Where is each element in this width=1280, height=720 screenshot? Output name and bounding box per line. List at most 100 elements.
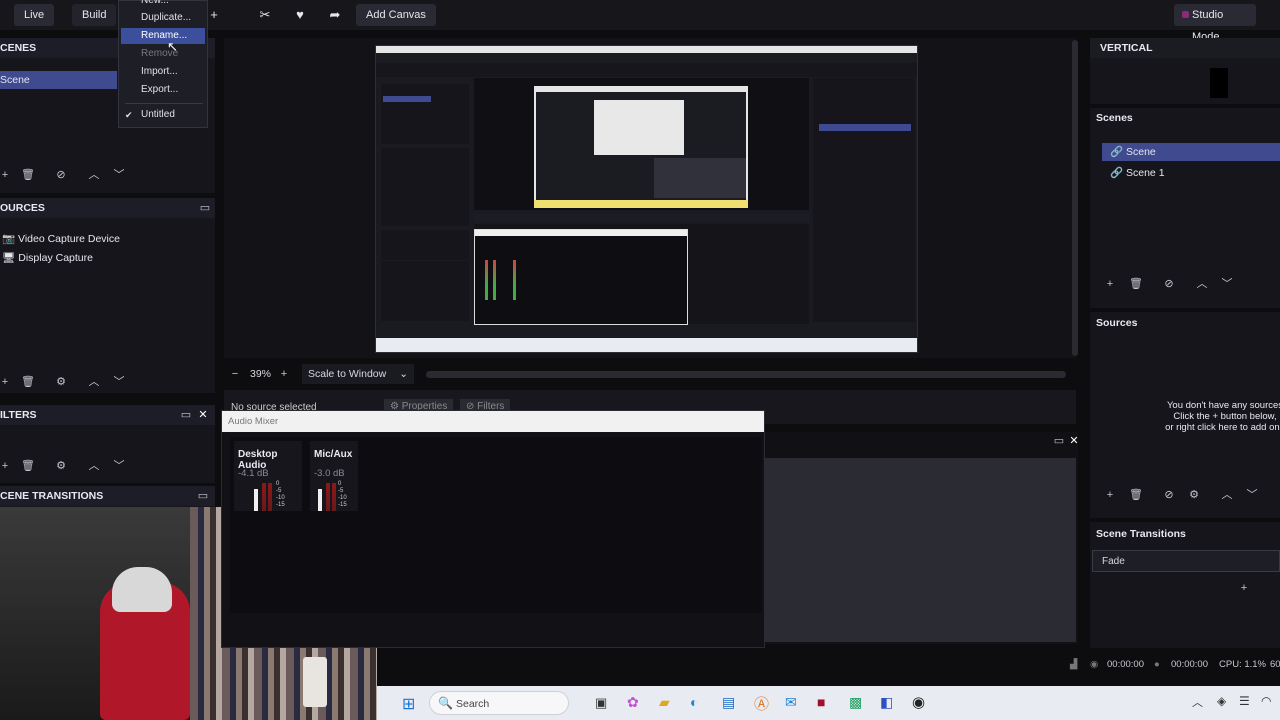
app-blue-icon[interactable]: ◧ xyxy=(880,694,893,711)
add-scene-button[interactable]: + xyxy=(0,166,14,184)
menu-item-untitled[interactable]: ✔ Untitled xyxy=(121,107,205,123)
source-item-display-capture[interactable]: 🖥 Display Capture xyxy=(2,249,202,267)
move-up-button[interactable]: ︿ xyxy=(1218,486,1236,504)
move-up-button[interactable]: ︿ xyxy=(1193,275,1211,293)
build-button[interactable]: Build xyxy=(72,4,117,26)
remove-filter-button[interactable]: 🗑 xyxy=(19,457,37,475)
taskbar-search[interactable]: 🔍 Search xyxy=(429,691,569,715)
wifi-icon[interactable]: ◠ xyxy=(1261,694,1271,708)
network-icon[interactable]: ☰ xyxy=(1239,694,1250,708)
share-icon[interactable]: ➦ xyxy=(321,4,349,26)
remove-source-button[interactable]: 🗑 xyxy=(19,373,37,391)
volume-fader[interactable] xyxy=(254,489,258,511)
empty-sources-message[interactable]: You don't have any sources Click the + b… xyxy=(1160,400,1280,433)
transitions-float-icon[interactable]: ▭ xyxy=(194,487,212,505)
move-up-button[interactable]: ︿ xyxy=(85,457,103,475)
edge-icon[interactable]: ◐ xyxy=(690,694,698,710)
studio-mode-button[interactable]: Studio Mode xyxy=(1174,4,1256,43)
app-orange-icon[interactable]: Ⓐ xyxy=(754,693,769,714)
sources-float-icon[interactable]: ▭ xyxy=(196,199,214,217)
vertical-scene-item[interactable]: 🔗 Scene xyxy=(1102,143,1280,161)
zoom-in-button[interactable]: + xyxy=(275,365,293,383)
search-placeholder: Search xyxy=(456,698,490,710)
menu-item-export[interactable]: Export... xyxy=(121,82,205,98)
source-item-video-capture[interactable]: 📷 Video Capture Device xyxy=(2,230,202,248)
zoom-bar: − 39% + Scale to Window ⌄ xyxy=(224,364,1076,384)
source-settings-icon[interactable]: ⚙ xyxy=(1185,486,1203,504)
move-down-button[interactable]: ﹀ xyxy=(110,166,128,184)
nested-zoom-bar xyxy=(474,214,809,222)
copilot-icon[interactable]: ✿ xyxy=(627,694,639,711)
menu-item-duplicate[interactable]: Duplicate... xyxy=(121,10,205,26)
move-down-button[interactable]: ﹀ xyxy=(1243,486,1261,504)
search-icon: 🔍 xyxy=(438,696,453,710)
tray-chevron-icon[interactable]: ︿ xyxy=(1192,694,1203,710)
filter-source-button[interactable]: ⊘ xyxy=(1160,486,1178,504)
move-down-button[interactable]: ﹀ xyxy=(110,457,128,475)
windows-taskbar: ⊞ 🔍 Search ▣ ✿ ▰ ◐ ▤ Ⓐ ✉ ■ ▩ ◧ ◉ ︿ ◈ ☰ ◠ xyxy=(377,686,1280,720)
dock-content xyxy=(764,458,1076,642)
tools-icon[interactable]: ✂ xyxy=(251,4,279,26)
vertical-canvas-panel: VERTICAL xyxy=(1090,38,1280,104)
heart-icon[interactable]: ♥ xyxy=(286,4,314,26)
remove-scene-button[interactable]: 🗑 xyxy=(19,166,37,184)
vertical-transitions-panel: Scene Transitions Fade + xyxy=(1090,522,1280,648)
zoom-value: 39% xyxy=(250,368,272,380)
add-source-button[interactable]: + xyxy=(0,373,14,391)
task-view-icon[interactable]: ▣ xyxy=(595,695,607,711)
mixer-channel-desktop: Desktop Audio -4.1 dB 0 -5 -10 -15 xyxy=(234,441,302,511)
vertical-sources-title: Sources xyxy=(1096,317,1138,329)
nested-toolbar xyxy=(376,63,917,77)
scene-item[interactable]: Scene xyxy=(0,71,117,89)
add-source-button[interactable]: + xyxy=(1101,486,1119,504)
source-settings-icon[interactable]: ⚙ xyxy=(52,373,70,391)
volume-fader[interactable] xyxy=(318,489,322,511)
close-icon[interactable]: ✕ xyxy=(194,406,212,424)
filters-float-icon[interactable]: ▭ xyxy=(177,406,195,424)
sources-title: OURCES xyxy=(0,198,215,218)
scale-mode-select[interactable]: Scale to Window ⌄ xyxy=(302,364,414,384)
zoom-out-button[interactable]: − xyxy=(226,365,244,383)
add-filter-button[interactable]: + xyxy=(0,457,14,475)
add-transition-button[interactable]: + xyxy=(1235,579,1253,597)
store-icon[interactable]: ▤ xyxy=(722,694,735,711)
move-up-button[interactable]: ︿ xyxy=(85,166,103,184)
nested-preview xyxy=(375,45,918,353)
filter-settings-icon[interactable]: ⚙ xyxy=(52,457,70,475)
app-green-icon[interactable]: ▩ xyxy=(849,694,862,711)
preview-scrollbar[interactable] xyxy=(1072,40,1078,356)
menu-item-rename[interactable]: Rename... xyxy=(121,28,205,44)
nested-recursive-view xyxy=(594,100,684,155)
app-red-icon[interactable]: ■ xyxy=(817,694,825,710)
menu-separator xyxy=(125,103,203,104)
transition-select[interactable]: Fade xyxy=(1092,550,1280,572)
mixer-channel-mic: Mic/Aux -3.0 dB 0 -5 -10 -15 xyxy=(310,441,358,511)
meter-ticks: 0 -5 -10 -15 xyxy=(276,481,285,508)
horizontal-scrollbar[interactable] xyxy=(426,371,1066,378)
vertical-scene-item[interactable]: 🔗 Scene 1 xyxy=(1102,164,1280,182)
vertical-preview[interactable] xyxy=(1210,68,1228,98)
scene-collection-menu: New... Duplicate... Rename... Remove Imp… xyxy=(118,0,208,128)
filter-scene-button[interactable]: ⊘ xyxy=(52,166,70,184)
obs-icon[interactable]: ◉ xyxy=(912,693,925,711)
outlook-icon[interactable]: ✉ xyxy=(785,694,797,711)
filters-panel: ILTERS ▭ ✕ + 🗑 ⚙ ︿ ﹀ xyxy=(0,405,215,483)
add-canvas-button[interactable]: Add Canvas xyxy=(356,4,436,26)
live-button[interactable]: Live xyxy=(14,4,55,26)
audio-meter xyxy=(332,483,336,511)
move-down-button[interactable]: ﹀ xyxy=(110,373,128,391)
menu-item-new[interactable]: New... xyxy=(121,0,205,9)
move-down-button[interactable]: ﹀ xyxy=(1218,275,1236,293)
move-up-button[interactable]: ︿ xyxy=(85,373,103,391)
file-explorer-icon[interactable]: ▰ xyxy=(659,694,670,711)
filter-scene-button[interactable]: ⊘ xyxy=(1160,275,1178,293)
camera-icon: 📷 xyxy=(2,233,16,245)
close-icon[interactable]: ✕ xyxy=(1065,432,1083,450)
menu-item-label: Untitled xyxy=(141,109,175,120)
add-scene-button[interactable]: + xyxy=(1101,275,1119,293)
menu-item-import[interactable]: Import... xyxy=(121,64,205,80)
app-tray-icon[interactable]: ◈ xyxy=(1217,694,1226,708)
windows-start-icon[interactable]: ⊞ xyxy=(402,694,415,714)
remove-scene-button[interactable]: 🗑 xyxy=(1127,275,1145,293)
remove-source-button[interactable]: 🗑 xyxy=(1127,486,1145,504)
